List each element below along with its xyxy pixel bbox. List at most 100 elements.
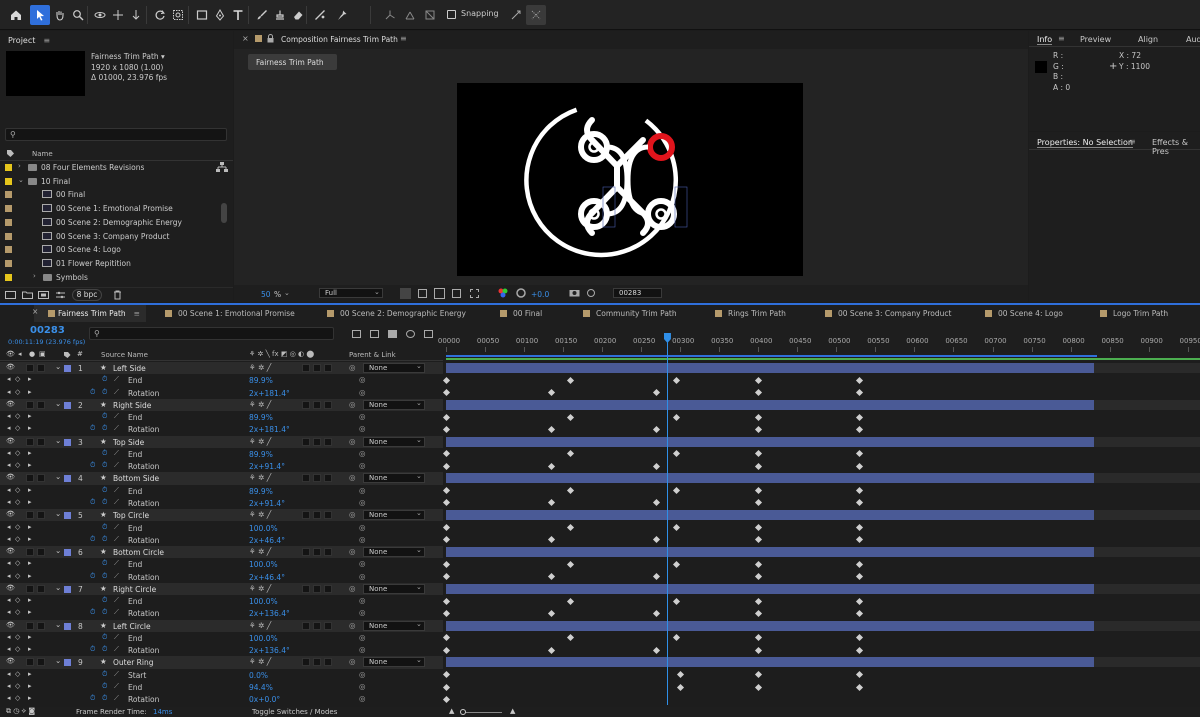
prev-keyframe-icon[interactable]: ◂ xyxy=(7,682,11,690)
layer-duration-bar[interactable] xyxy=(446,436,1094,447)
stopwatch-icon[interactable]: ⏱ xyxy=(102,449,107,458)
clone-stamp-tool-icon[interactable] xyxy=(270,5,290,25)
keyframe[interactable] xyxy=(754,388,762,397)
property-row[interactable]: ◂ ◇ ▸ ⏱ ⏱ ⟋ Rotation 2x+181.4° ◎ xyxy=(0,386,1200,399)
list-item[interactable]: 00 Final xyxy=(0,188,232,202)
label-color[interactable] xyxy=(5,177,12,185)
add-keyframe-icon[interactable]: ◇ xyxy=(15,645,20,653)
panel-menu-icon[interactable]: ≡ xyxy=(1129,137,1136,146)
keyframe[interactable] xyxy=(567,560,575,568)
property-row[interactable]: ◂ ◇ ▸ ⏱ ⏱ ⟋ Rotation 2x+46.4° ◎ xyxy=(0,570,1200,583)
audio-switch-icon[interactable]: ◂ xyxy=(18,350,22,358)
eye-icon[interactable]: 👁 xyxy=(6,621,15,629)
property-row[interactable]: ◂ ◇ ▸ ⏱ ⟋ Start 0.0% ◎ xyxy=(0,668,1200,681)
add-keyframe-icon[interactable]: ◇ xyxy=(15,461,20,469)
keyframe[interactable] xyxy=(856,597,864,605)
layer-label-color[interactable] xyxy=(64,365,71,372)
property-value[interactable]: 89.9% xyxy=(249,413,273,422)
next-keyframe-icon[interactable]: ▸ xyxy=(28,608,32,616)
keyframe[interactable] xyxy=(442,609,450,617)
graph-icon[interactable]: ⟋ xyxy=(114,486,119,495)
add-keyframe-icon[interactable]: ◇ xyxy=(15,449,20,457)
hand-tool-icon[interactable] xyxy=(50,5,70,25)
graph-icon[interactable]: ⟋ xyxy=(114,412,119,421)
layer-label-color[interactable] xyxy=(64,475,71,483)
lock-toggle[interactable] xyxy=(37,474,45,483)
keyframe[interactable] xyxy=(567,376,575,384)
snap-feature-icon[interactable] xyxy=(526,5,546,25)
tab-align[interactable]: Align xyxy=(1138,35,1158,44)
stopwatch-icon[interactable]: ⏱ xyxy=(102,559,107,568)
keyframe[interactable] xyxy=(653,573,661,581)
list-item[interactable]: › Symbols xyxy=(0,271,232,285)
property-value[interactable]: 100.0% xyxy=(249,634,278,643)
keyframe[interactable] xyxy=(856,487,864,495)
label-tag-icon[interactable] xyxy=(6,149,15,158)
project-panel-title[interactable]: Project xyxy=(8,36,35,45)
tab-preview[interactable]: Preview xyxy=(1080,35,1111,44)
tab-logo-trim-path[interactable]: Logo Trim Path xyxy=(1100,305,1168,322)
list-item[interactable]: 01 Flower Repitition xyxy=(0,257,232,271)
add-keyframe-icon[interactable]: ◇ xyxy=(15,388,20,396)
add-keyframe-icon[interactable]: ◇ xyxy=(15,633,20,641)
prev-keyframe-icon[interactable]: ◂ xyxy=(7,486,11,494)
keyframe[interactable] xyxy=(547,646,555,654)
graph-icon[interactable]: ⟋ xyxy=(114,608,119,617)
graph-icon[interactable]: ⟋ xyxy=(114,535,119,544)
switch-box[interactable] xyxy=(313,400,321,409)
dolly-camera-icon[interactable] xyxy=(126,5,146,25)
prev-keyframe-icon[interactable]: ◂ xyxy=(7,523,11,531)
layer-label-color[interactable] xyxy=(64,512,71,520)
panel-menu-icon[interactable]: ≡ xyxy=(43,36,50,45)
switch-box[interactable] xyxy=(302,400,310,409)
switch-box[interactable] xyxy=(313,474,321,483)
switch-box[interactable] xyxy=(302,658,310,667)
property-value[interactable]: 89.9% xyxy=(249,487,273,496)
shy-switch-icon[interactable]: ⚘ ✲ ╱ xyxy=(249,437,271,446)
keyframe[interactable] xyxy=(856,646,864,654)
shy-switch-icon[interactable]: ⚘ ✲ ╱ xyxy=(249,473,271,482)
graph-icon[interactable]: ⟋ xyxy=(114,424,119,433)
pickwhip-icon[interactable]: ◎ xyxy=(349,584,356,593)
keyframe[interactable] xyxy=(547,388,555,397)
keyframe[interactable] xyxy=(653,425,661,433)
switch-box[interactable] xyxy=(324,584,332,593)
chevron-down-icon[interactable]: ⌄ xyxy=(416,362,422,370)
add-keyframe-icon[interactable]: ◇ xyxy=(15,608,20,616)
keyframe[interactable] xyxy=(567,523,575,532)
comp-name[interactable]: Fairness Trim Path ▾ xyxy=(91,52,167,63)
stopwatch-icon[interactable]: ⏱ xyxy=(90,608,95,617)
graph-icon[interactable]: ⟋ xyxy=(114,633,119,642)
layer-duration-bar[interactable] xyxy=(446,547,1094,558)
next-keyframe-icon[interactable]: ▸ xyxy=(28,498,32,506)
project-scrollbar[interactable] xyxy=(221,203,227,223)
lock-toggle[interactable] xyxy=(37,548,45,557)
shy-switch-icon[interactable]: ⚘ ✲ ╱ xyxy=(249,621,271,630)
keyframe[interactable] xyxy=(676,671,684,679)
graph-icon[interactable]: ⟋ xyxy=(114,559,119,568)
snap-option-icon[interactable] xyxy=(506,5,526,25)
property-value[interactable]: 89.9% xyxy=(249,376,273,385)
prev-keyframe-icon[interactable]: ◂ xyxy=(7,608,11,616)
stopwatch-icon[interactable]: ⏱ xyxy=(102,572,107,581)
property-value[interactable]: 100.0% xyxy=(249,524,278,533)
switch-box[interactable] xyxy=(302,584,310,593)
property-value[interactable]: 0.0% xyxy=(249,671,268,680)
chevron-right-icon[interactable]: › xyxy=(33,272,36,280)
chevron-down-icon[interactable]: ⌄ xyxy=(55,583,61,592)
anchor-point-tool-icon[interactable] xyxy=(168,5,188,25)
list-item[interactable]: 00 Scene 1: Emotional Promise xyxy=(0,202,232,216)
switch-box[interactable] xyxy=(324,437,332,446)
keyframe[interactable] xyxy=(672,597,680,605)
tab-fairness-trim-path[interactable]: × Fairness Trim Path ≡ xyxy=(32,305,146,322)
keyframe[interactable] xyxy=(754,487,762,495)
keyframe[interactable] xyxy=(754,413,762,421)
graph-icon[interactable]: ⟋ xyxy=(114,449,119,458)
shy-switch-icon[interactable]: ⚘ ✲ ╱ xyxy=(249,547,271,556)
keyframe[interactable] xyxy=(856,499,864,507)
layer-label-color[interactable] xyxy=(64,659,71,667)
keyframe[interactable] xyxy=(653,609,661,617)
keyframe[interactable] xyxy=(754,450,762,458)
switch-box[interactable] xyxy=(324,548,332,557)
pen-tool-icon[interactable] xyxy=(210,5,230,25)
